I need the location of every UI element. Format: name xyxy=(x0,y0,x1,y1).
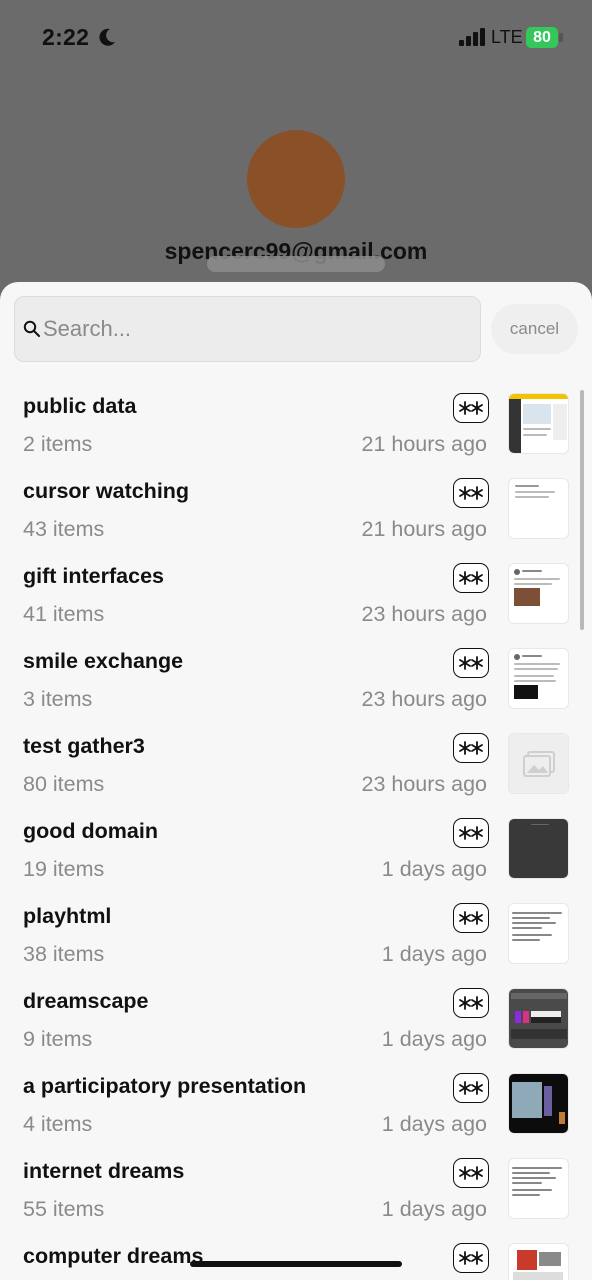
collection-thumbnail[interactable] xyxy=(508,648,569,709)
collection-item-count: 55 items xyxy=(23,1197,105,1221)
collection-updated-time: 21 hours ago xyxy=(361,517,487,541)
collection-thumbnail[interactable] xyxy=(508,903,569,964)
scrollbar[interactable] xyxy=(580,390,584,630)
collection-title: internet dreams xyxy=(23,1159,185,1183)
avatar xyxy=(247,130,345,228)
collection-row[interactable]: dreamscape 9 items 1 days ago xyxy=(0,977,592,1062)
sparkle-badge-icon[interactable] xyxy=(453,1158,489,1188)
sparkle-badge-icon[interactable] xyxy=(453,648,489,678)
collection-title: good domain xyxy=(23,819,158,843)
battery-icon: 80 xyxy=(526,27,558,48)
collection-thumbnail[interactable] xyxy=(508,393,569,454)
search-input[interactable] xyxy=(43,307,463,351)
collection-thumbnail[interactable] xyxy=(508,1158,569,1219)
sheet-grabber[interactable] xyxy=(207,256,385,272)
search-icon xyxy=(23,320,40,337)
collection-item-count: 19 items xyxy=(23,857,105,881)
battery-level: 80 xyxy=(533,29,551,46)
sparkle-badge-icon[interactable] xyxy=(453,478,489,508)
collections-sheet: cancel public data2 items21 hours agocur… xyxy=(0,282,592,1280)
collection-updated-time: 23 hours ago xyxy=(361,602,487,626)
collection-row[interactable]: cursor watching 43 items 21 hours ago xyxy=(0,467,592,552)
collection-row[interactable]: good domain 19 items 1 days ago xyxy=(0,807,592,892)
collection-list: public data 2 items 21 hours ago cursor wat… xyxy=(0,382,592,1280)
collection-updated-time: 1 days ago xyxy=(381,942,487,966)
collection-row[interactable]: internet dreams 55 items 1 days ago xyxy=(0,1147,592,1232)
cancel-button[interactable]: cancel xyxy=(491,304,578,354)
collection-row[interactable]: a participatory presentation 4 items 1 day… xyxy=(0,1062,592,1147)
collection-item-count: 3 items xyxy=(23,687,93,711)
collection-updated-time: 1 days ago xyxy=(381,1112,487,1136)
collection-item-count: 4 items xyxy=(23,1112,93,1136)
collection-updated-time: 21 hours ago xyxy=(361,432,487,456)
sparkle-badge-icon[interactable] xyxy=(453,1243,489,1273)
status-bar: 2:22 LTE 80 xyxy=(0,0,592,76)
sparkle-badge-icon[interactable] xyxy=(453,903,489,933)
moon-icon xyxy=(99,28,115,46)
battery-tip xyxy=(559,33,563,42)
collection-updated-time: 1 days ago xyxy=(381,1027,487,1051)
collection-row[interactable]: gift interfaces 41 items 23 hours ago xyxy=(0,552,592,637)
collection-thumbnail[interactable] xyxy=(508,818,569,879)
sparkle-badge-icon[interactable] xyxy=(453,733,489,763)
collection-item-count: 2 items xyxy=(23,432,93,456)
collection-row[interactable]: public data 2 items 21 hours ago xyxy=(0,382,592,467)
sparkle-badge-icon[interactable] xyxy=(453,563,489,593)
status-time: 2:22 xyxy=(42,24,90,50)
collection-row[interactable]: playhtml 38 items 1 days ago xyxy=(0,892,592,977)
collection-thumbnail[interactable] xyxy=(508,733,569,794)
search-box[interactable] xyxy=(14,296,481,362)
collection-item-count: 38 items xyxy=(23,942,105,966)
collection-title: public data xyxy=(23,394,137,418)
collection-row[interactable]: test gather3 80 items 23 hours ago xyxy=(0,722,592,807)
network-type: LTE xyxy=(491,27,523,47)
collection-updated-time: 1 days ago xyxy=(381,1197,487,1221)
collection-title: a participatory presentation xyxy=(23,1074,307,1098)
collection-title: playhtml xyxy=(23,904,112,928)
collection-thumbnail[interactable] xyxy=(508,563,569,624)
collection-thumbnail[interactable] xyxy=(508,988,569,1049)
sparkle-badge-icon[interactable] xyxy=(453,1073,489,1103)
collection-thumbnail[interactable] xyxy=(508,478,569,539)
collection-item-count: 41 items xyxy=(23,602,105,626)
collection-item-count: 43 items xyxy=(23,517,105,541)
sparkle-badge-icon[interactable] xyxy=(453,818,489,848)
collection-title: dreamscape xyxy=(23,989,149,1013)
collection-row[interactable]: computer dreams xyxy=(0,1232,592,1280)
collection-updated-time: 1 days ago xyxy=(381,857,487,881)
collection-thumbnail[interactable] xyxy=(508,1243,569,1280)
collection-title: cursor watching xyxy=(23,479,190,503)
collection-title: test gather3 xyxy=(23,734,145,758)
sparkle-badge-icon[interactable] xyxy=(453,988,489,1018)
collection-title: computer dreams xyxy=(23,1244,204,1268)
collection-item-count: 9 items xyxy=(23,1027,93,1051)
collection-updated-time: 23 hours ago xyxy=(361,772,487,796)
collection-item-count: 80 items xyxy=(23,772,105,796)
collection-row[interactable]: smile exchange 3 items 23 hours ago xyxy=(0,637,592,722)
cellular-signal-icon xyxy=(459,28,485,46)
collection-title: smile exchange xyxy=(23,649,184,673)
collection-thumbnail[interactable] xyxy=(508,1073,569,1134)
collection-updated-time: 23 hours ago xyxy=(361,687,487,711)
home-indicator xyxy=(190,1261,402,1267)
sparkle-badge-icon[interactable] xyxy=(453,393,489,423)
collection-title: gift interfaces xyxy=(23,564,164,588)
